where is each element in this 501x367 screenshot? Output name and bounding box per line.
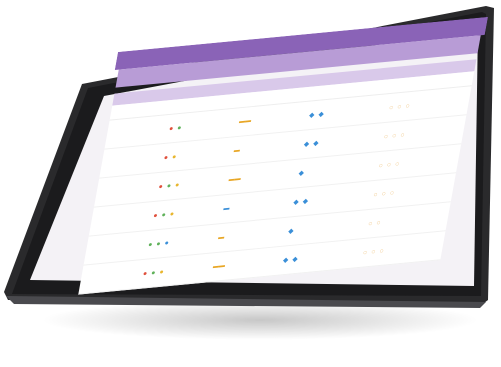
row-markers: ◆ ◆ <box>292 191 374 207</box>
status-dot-icon: ● <box>163 153 169 162</box>
status-dot-icon: ● <box>166 182 172 190</box>
check-icon: ○ <box>404 102 411 110</box>
check-icon: ○ <box>383 132 389 141</box>
row-checks: ○ ○ <box>367 213 449 228</box>
row-status-dots: ● ● ● <box>152 206 224 220</box>
row-value-bar: ▬ <box>222 205 230 213</box>
check-icon: ○ <box>367 219 374 228</box>
row-value-bar: ▬ <box>217 234 225 242</box>
status-dot-icon: ● <box>176 124 183 132</box>
check-icon: ○ <box>378 247 385 255</box>
check-icon: ○ <box>394 160 400 168</box>
check-icon: ○ <box>391 132 397 140</box>
check-icon: ○ <box>375 219 382 227</box>
column-header <box>173 100 243 107</box>
row-status-dots: ● ● <box>168 119 239 133</box>
column-header <box>313 86 393 94</box>
status-dot-icon: ● <box>150 269 157 277</box>
check-icon: ○ <box>388 103 394 112</box>
status-dot-icon: ● <box>147 240 154 249</box>
flag-icon: ◆ <box>308 111 315 120</box>
status-dot-icon: ● <box>155 240 162 248</box>
check-icon: ○ <box>386 161 392 169</box>
flag-icon: ◆ <box>297 169 305 178</box>
column-header <box>393 78 473 86</box>
flag-icon: ◆ <box>291 256 299 264</box>
row-markers: ◆ ◆ <box>282 249 363 265</box>
column-header <box>115 107 173 113</box>
flag-icon: ◆ <box>287 227 295 236</box>
row-markers: ◆ <box>298 162 379 178</box>
row-name <box>111 129 169 135</box>
status-dot-icon: ● <box>157 182 164 191</box>
check-icon: ○ <box>370 248 377 256</box>
row-status-dots: ● ● ● <box>142 264 213 278</box>
row-markers: ◆ ◆ <box>303 133 384 149</box>
tablet-screen: ● ● ▬▬ ◆ ◆ ○ ○ ○ ● ● ▬ ◆ ◆ ○ ○ ○ ● ● ● ▬▬ ◆ ○ ○ ○ <box>73 16 488 302</box>
row-markers: ◆ <box>287 220 368 236</box>
row-name <box>85 274 143 280</box>
status-dot-icon: ● <box>142 269 148 278</box>
flag-icon: ◆ <box>317 111 325 119</box>
row-status-dots: ● ● ● <box>157 177 229 191</box>
row-name <box>101 187 159 193</box>
row-value-bar: ▬▬ <box>212 262 226 271</box>
column-header <box>243 93 313 100</box>
status-dot-icon: ● <box>164 239 170 247</box>
check-icon: ○ <box>396 103 403 111</box>
row-markers: ◆ ◆ <box>308 104 389 120</box>
status-dot-icon: ● <box>174 181 180 189</box>
row-value-bar: ▬▬ <box>228 175 242 184</box>
row-checks: ○ ○ ○ <box>372 184 454 199</box>
row-checks: ○ ○ ○ <box>377 155 459 170</box>
flag-icon: ◆ <box>302 198 309 206</box>
product-photo: ● ● ▬▬ ◆ ◆ ○ ○ ○ ● ● ▬ ◆ ◆ ○ ○ ○ ● ● ● ▬▬ ◆ ○ ○ ○ <box>0 0 501 367</box>
app-topbar-left <box>123 51 126 69</box>
status-dot-icon: ● <box>158 268 165 276</box>
row-value-bar: ▬ <box>233 147 241 155</box>
check-icon: ○ <box>377 161 384 170</box>
row-name <box>90 245 148 251</box>
row-status-dots: ● ● <box>163 148 234 162</box>
row-checks: ○ ○ ○ <box>362 242 443 257</box>
flag-icon: ◆ <box>292 198 300 207</box>
flag-icon: ◆ <box>303 140 310 149</box>
status-dot-icon: ● <box>171 153 177 161</box>
app-topbar-right <box>477 18 480 36</box>
row-name <box>95 216 153 222</box>
flag-icon: ◆ <box>282 256 289 265</box>
check-icon: ○ <box>389 189 395 197</box>
flag-icon: ◆ <box>312 140 320 148</box>
status-dot-icon: ● <box>169 210 175 218</box>
check-icon: ○ <box>381 190 387 198</box>
data-table: ● ● ▬▬ ◆ ◆ ○ ○ ○ ● ● ▬ ◆ ◆ ○ ○ ○ ● ● ● ▬▬ ◆ ○ ○ ○ <box>78 71 475 295</box>
status-dot-icon: ● <box>152 211 159 220</box>
check-icon: ○ <box>362 248 368 257</box>
status-dot-icon: ● <box>161 211 167 219</box>
row-name <box>106 158 164 164</box>
check-icon: ○ <box>399 131 406 139</box>
row-checks: ○ ○ ○ <box>388 97 469 112</box>
status-dot-icon: ● <box>168 124 174 133</box>
row-value-bar: ▬▬ <box>238 117 252 126</box>
row-checks: ○ ○ ○ <box>383 126 464 141</box>
row-status-dots: ● ● ● <box>147 235 219 249</box>
check-icon: ○ <box>372 190 379 199</box>
